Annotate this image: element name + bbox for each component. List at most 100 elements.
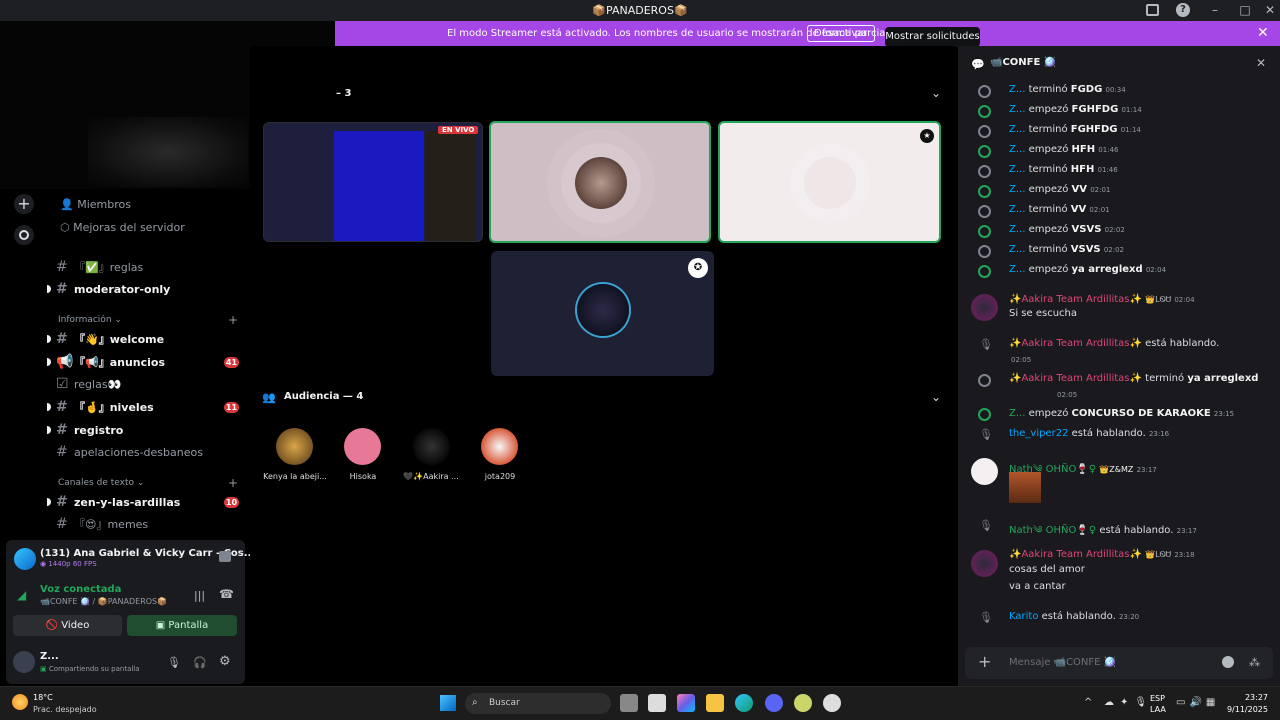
message-text: cosas del amor: [1009, 564, 1085, 575]
channel-reglas[interactable]: # 『✅』reglas: [56, 257, 143, 277]
help-icon[interactable]: ?: [1176, 3, 1190, 17]
chat-channel-name: 📹CONFE 🪩: [990, 57, 1057, 68]
taskbar-search[interactable]: [465, 693, 611, 714]
stage-event-icon: [978, 125, 991, 138]
category-canales-texto[interactable]: Canales de texto ⌄: [58, 478, 144, 488]
stage-event: Z... terminó FGDG 00:34: [1009, 84, 1126, 95]
speaker-tile[interactable]: ★: [718, 121, 941, 243]
server-boosts-item[interactable]: ⬡ Mejoras del servidor: [60, 218, 185, 238]
discover-icon[interactable]: [14, 225, 34, 245]
activity-quality: ◉ 1440p 60 FPS: [40, 560, 97, 568]
file-explorer-icon[interactable]: [706, 694, 724, 712]
banner-close-icon[interactable]: ✕: [1257, 21, 1269, 46]
stage-event: ✨Aakira Team Ardillitas✨ terminó ya arre…: [1009, 373, 1259, 384]
channel-registro[interactable]: # registro: [56, 420, 123, 440]
noise-suppression-icon[interactable]: |||: [194, 589, 205, 602]
minimize-button[interactable]: –: [1200, 0, 1230, 21]
channel-memes[interactable]: # 『😍』memes: [56, 514, 148, 534]
audience-title: Audiencia — 4: [284, 391, 364, 402]
message-avatar[interactable]: [971, 294, 998, 321]
inbox-icon[interactable]: [1146, 4, 1159, 16]
task-view-icon[interactable]: [620, 694, 638, 712]
stage-event-icon: [978, 374, 991, 387]
app-icon[interactable]: [823, 694, 841, 712]
channel-zen-y-las-ardillas[interactable]: # zen-y-las-ardillas: [56, 492, 180, 512]
start-button[interactable]: [440, 695, 456, 711]
close-window-button[interactable]: ✕: [1255, 0, 1280, 21]
emoji-icon[interactable]: [1222, 656, 1234, 668]
language-1[interactable]: ESP: [1150, 694, 1165, 703]
weather-icon[interactable]: [12, 694, 28, 710]
edge-icon[interactable]: [735, 694, 753, 712]
channel-anuncios[interactable]: 📢『📢』anuncios: [56, 352, 165, 372]
discord-icon[interactable]: [765, 694, 783, 712]
add-channel-icon[interactable]: +: [228, 313, 238, 327]
user-avatar[interactable]: [13, 651, 35, 673]
speaking-event: Nath༄ OHÑO🍷♀ está hablando. 23:17: [1009, 525, 1197, 536]
speaker-tile[interactable]: [489, 121, 711, 243]
video-button[interactable]: 🚫 Video: [13, 615, 122, 636]
audience-avatar[interactable]: [481, 428, 518, 465]
clock-time[interactable]: 23:27: [1222, 693, 1268, 702]
chat-bubble-icon: 💬: [971, 58, 985, 71]
voice-channel[interactable]: 📹CONFE 🪩 / 📦PANADEROS📦: [40, 597, 167, 606]
mention-badge: 41: [224, 357, 239, 368]
chat-input[interactable]: Mensaje 📹CONFE 🪩: [1009, 657, 1116, 668]
channel-apelaciones[interactable]: # apelaciones-desbaneos: [56, 442, 203, 462]
sticker-image[interactable]: [1009, 472, 1041, 503]
system-icons[interactable]: ▭🔊▦: [1176, 697, 1219, 708]
chat-panel: [958, 46, 1280, 686]
close-chat-icon[interactable]: ✕: [1256, 56, 1266, 70]
speaker-avatar: [577, 284, 629, 336]
collapse-speakers-icon[interactable]: ⌄: [931, 86, 941, 100]
stage-event: Z... empezó VSVS 02:02: [1009, 224, 1125, 235]
tray-icons[interactable]: ☁✦🎙: [1104, 697, 1153, 708]
attach-plus-icon[interactable]: +: [978, 652, 991, 671]
disconnect-icon[interactable]: ☎: [219, 587, 234, 601]
voice-status: Voz conectada: [40, 584, 122, 595]
screen-share-tile[interactable]: EN VIVO: [263, 122, 483, 242]
audience-name: Hisoka: [349, 472, 377, 481]
weather-temp[interactable]: 18°C: [33, 693, 53, 702]
stage-event-icon: [978, 105, 991, 118]
stop-stream-icon[interactable]: [219, 551, 231, 562]
audience-avatar[interactable]: [413, 428, 450, 465]
add-channel-icon[interactable]: +: [228, 476, 238, 490]
app-icon[interactable]: [794, 694, 812, 712]
deafen-icon[interactable]: 🎧: [193, 656, 207, 669]
members-item[interactable]: 👤 Miembros: [60, 195, 131, 215]
stage-event-icon: [978, 225, 991, 238]
audience-avatar[interactable]: [276, 428, 313, 465]
store-icon[interactable]: [648, 694, 666, 712]
username[interactable]: Z...: [40, 651, 59, 662]
mute-icon[interactable]: 🎙: [167, 656, 181, 669]
moderator-star-icon: ✪: [688, 258, 708, 278]
apps-icon[interactable]: ⁂: [1249, 656, 1260, 669]
category-informacion[interactable]: Información ⌄: [58, 315, 122, 325]
message-avatar[interactable]: [971, 458, 998, 485]
channel-niveles[interactable]: # 『🤞』niveles: [56, 397, 154, 417]
channel-reglas-eyes[interactable]: ☑ reglas👀: [56, 374, 121, 394]
add-server-icon[interactable]: +: [14, 194, 34, 214]
settings-gear-icon[interactable]: ⚙: [219, 654, 231, 669]
channel-moderator-only[interactable]: # moderator-only: [56, 279, 170, 299]
tray-chevron-icon[interactable]: ^: [1084, 697, 1092, 708]
message-avatar[interactable]: [971, 550, 998, 577]
speaking-mic-icon: 🎙: [979, 611, 993, 624]
message-author[interactable]: ✨Aakira Team Ardillitas✨: [1009, 294, 1142, 305]
speaking-mic-icon: 🎙: [979, 338, 993, 351]
channel-welcome[interactable]: # 『👋』welcome: [56, 329, 164, 349]
speaker-tile[interactable]: ✪: [491, 251, 714, 376]
collapse-audience-icon[interactable]: ⌄: [931, 390, 941, 404]
screen-button[interactable]: ▣ Pantalla: [127, 615, 237, 636]
message-author[interactable]: ✨Aakira Team Ardillitas✨: [1009, 549, 1142, 560]
speakers-count: – 3: [336, 88, 352, 99]
disable-streamer-button[interactable]: Desactivar: [807, 25, 875, 42]
copilot-icon[interactable]: [677, 694, 695, 712]
speaking-event: ✨Aakira Team Ardillitas✨ está hablando.: [1009, 338, 1220, 349]
audience-avatar[interactable]: [344, 428, 381, 465]
stage-event-icon: [978, 245, 991, 258]
voice-signal-icon: ◢: [17, 588, 27, 602]
message-text: va a cantar: [1009, 581, 1066, 592]
window-title: 📦PANADEROS📦: [592, 4, 688, 17]
